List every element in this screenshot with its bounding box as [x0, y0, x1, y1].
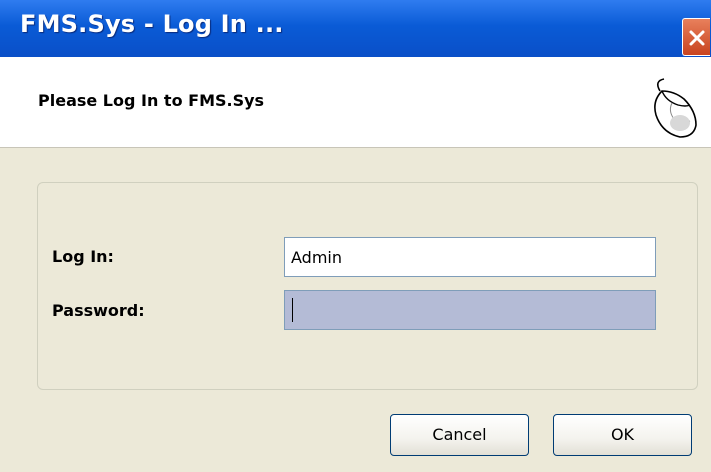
cancel-button[interactable]: Cancel	[390, 414, 529, 456]
mouse-icon	[654, 78, 697, 138]
dialog-header: Please Log In to FMS.Sys	[0, 57, 711, 148]
text-caret	[292, 298, 293, 322]
header-title: Please Log In to FMS.Sys	[38, 91, 265, 110]
password-label: Password:	[52, 301, 145, 320]
close-button[interactable]	[682, 18, 710, 56]
login-group	[37, 182, 698, 390]
window-title: FMS.Sys - Log In ...	[20, 10, 284, 38]
title-bar[interactable]: FMS.Sys - Log In ...	[0, 0, 711, 57]
login-label: Log In:	[52, 247, 114, 266]
login-input[interactable]	[284, 237, 656, 277]
close-icon	[689, 30, 705, 46]
password-input[interactable]	[284, 290, 656, 330]
ok-button[interactable]: OK	[553, 414, 692, 456]
